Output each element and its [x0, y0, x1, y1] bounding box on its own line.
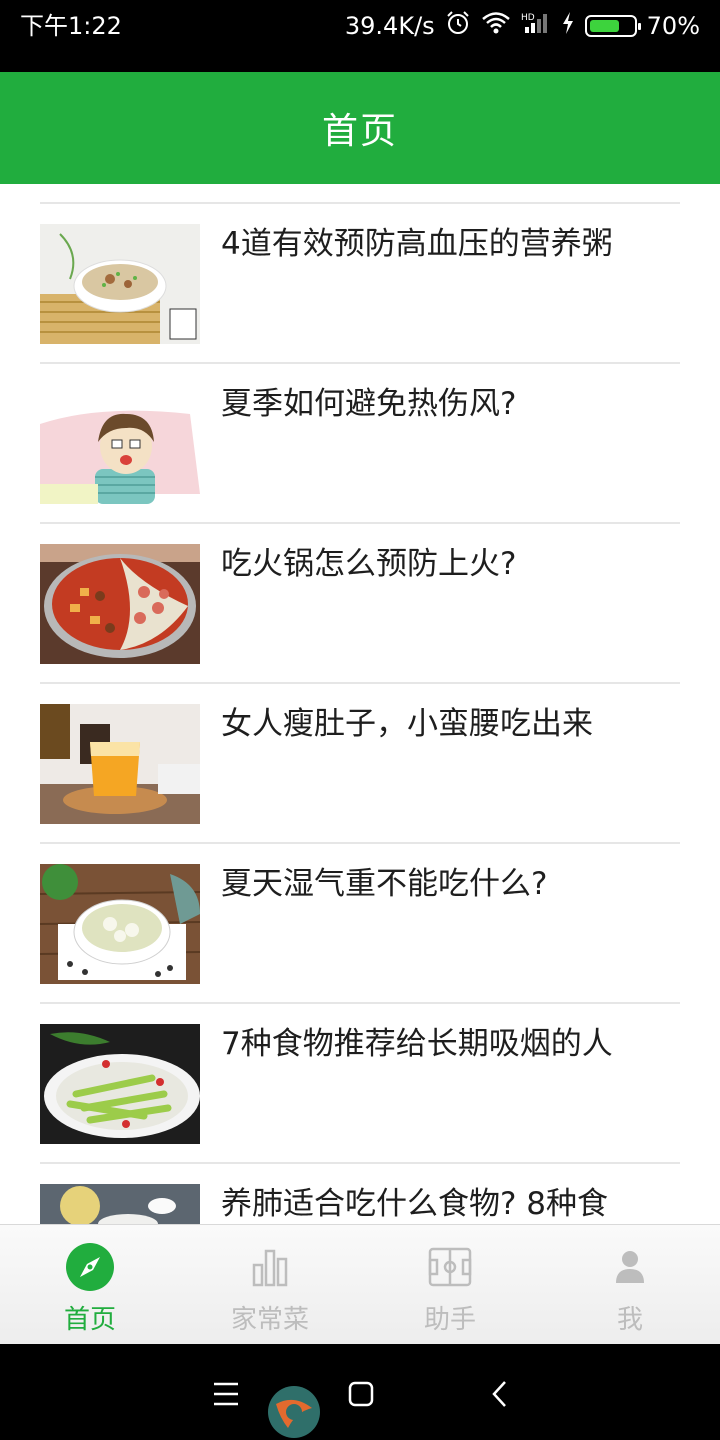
tab-label: 首页 — [63, 1305, 116, 1335]
article-thumbnail[interactable] — [40, 544, 200, 664]
bottom-tab-bar: 首页 家常菜 助手 我 — [0, 1224, 720, 1344]
app-header: 首页 — [0, 72, 720, 184]
article-title[interactable]: 养肺适合吃什么食物? 8种食 — [221, 1182, 681, 1224]
article-thumbnail[interactable] — [40, 1024, 200, 1144]
tab-me[interactable]: 我 — [540, 1225, 720, 1345]
status-indicators: 39.4K/s HD 70% — [345, 10, 700, 42]
article-title[interactable]: 7种食物推荐给长期吸烟的人 — [221, 1022, 681, 1066]
battery-fill — [589, 20, 619, 32]
page-title: 首页 — [321, 111, 398, 152]
article-item[interactable]: 养肺适合吃什么食物? 8种食 — [40, 1164, 680, 1224]
tab-assistant[interactable]: 助手 — [360, 1225, 540, 1345]
article-item[interactable]: 7种食物推荐给长期吸烟的人 — [40, 1004, 680, 1164]
alarm-icon — [445, 10, 471, 42]
article-thumbnail[interactable] — [40, 704, 200, 824]
article-item[interactable]: 4道有效预防高血压的营养粥 — [40, 204, 680, 364]
article-title[interactable]: 夏季如何避免热伤风? — [221, 382, 681, 426]
article-list: 4道有效预防高血压的营养粥 夏季如何避免热伤风? 吃火锅怎么预防上火? 女人瘦肚… — [40, 204, 680, 1224]
network-speed: 39.4K/s — [344, 12, 435, 40]
article-thumbnail[interactable] — [40, 224, 200, 344]
article-item[interactable]: 夏天湿气重不能吃什么? — [40, 844, 680, 1004]
hd-signal-icon: HD — [521, 11, 551, 41]
back-icon[interactable] — [478, 1372, 522, 1416]
article-item[interactable]: 夏季如何避免热伤风? — [40, 364, 680, 524]
article-title[interactable]: 夏天湿气重不能吃什么? — [221, 862, 681, 906]
menu-icon[interactable] — [204, 1372, 248, 1416]
wifi-icon — [481, 11, 511, 41]
compass-icon — [64, 1241, 116, 1293]
article-item[interactable]: 女人瘦肚子，小蛮腰吃出来 — [40, 684, 680, 844]
tab-label: 我 — [616, 1305, 643, 1335]
article-thumbnail[interactable] — [40, 384, 200, 504]
tab-label: 家常菜 — [230, 1305, 309, 1335]
person-icon — [604, 1241, 656, 1293]
home-square-icon[interactable] — [339, 1372, 383, 1416]
article-title[interactable]: 吃火锅怎么预防上火? — [221, 542, 681, 586]
bar-chart-icon — [244, 1241, 296, 1293]
tab-home[interactable]: 首页 — [0, 1225, 180, 1345]
article-thumbnail[interactable] — [40, 864, 200, 984]
battery-icon — [584, 15, 641, 37]
field-icon — [424, 1241, 476, 1293]
article-item[interactable]: 吃火锅怎么预防上火? — [40, 524, 680, 684]
tab-home-cooking[interactable]: 家常菜 — [180, 1225, 360, 1345]
status-time: 下午1:22 — [20, 12, 122, 40]
svg-text:HD: HD — [521, 13, 535, 23]
tab-label: 助手 — [423, 1305, 476, 1335]
app-logo-icon — [266, 1384, 322, 1440]
article-feed[interactable]: 4道有效预防高血压的营养粥 夏季如何避免热伤风? 吃火锅怎么预防上火? 女人瘦肚… — [0, 184, 720, 1224]
article-thumbnail[interactable] — [40, 1184, 200, 1224]
article-title[interactable]: 女人瘦肚子，小蛮腰吃出来 — [221, 702, 681, 746]
battery-percent: 70% — [646, 12, 700, 40]
system-nav-bar — [0, 1344, 720, 1440]
article-title[interactable]: 4道有效预防高血压的营养粥 — [221, 222, 681, 266]
status-bar: 下午1:22 39.4K/s HD 70% — [0, 0, 720, 72]
charging-icon — [561, 11, 575, 41]
